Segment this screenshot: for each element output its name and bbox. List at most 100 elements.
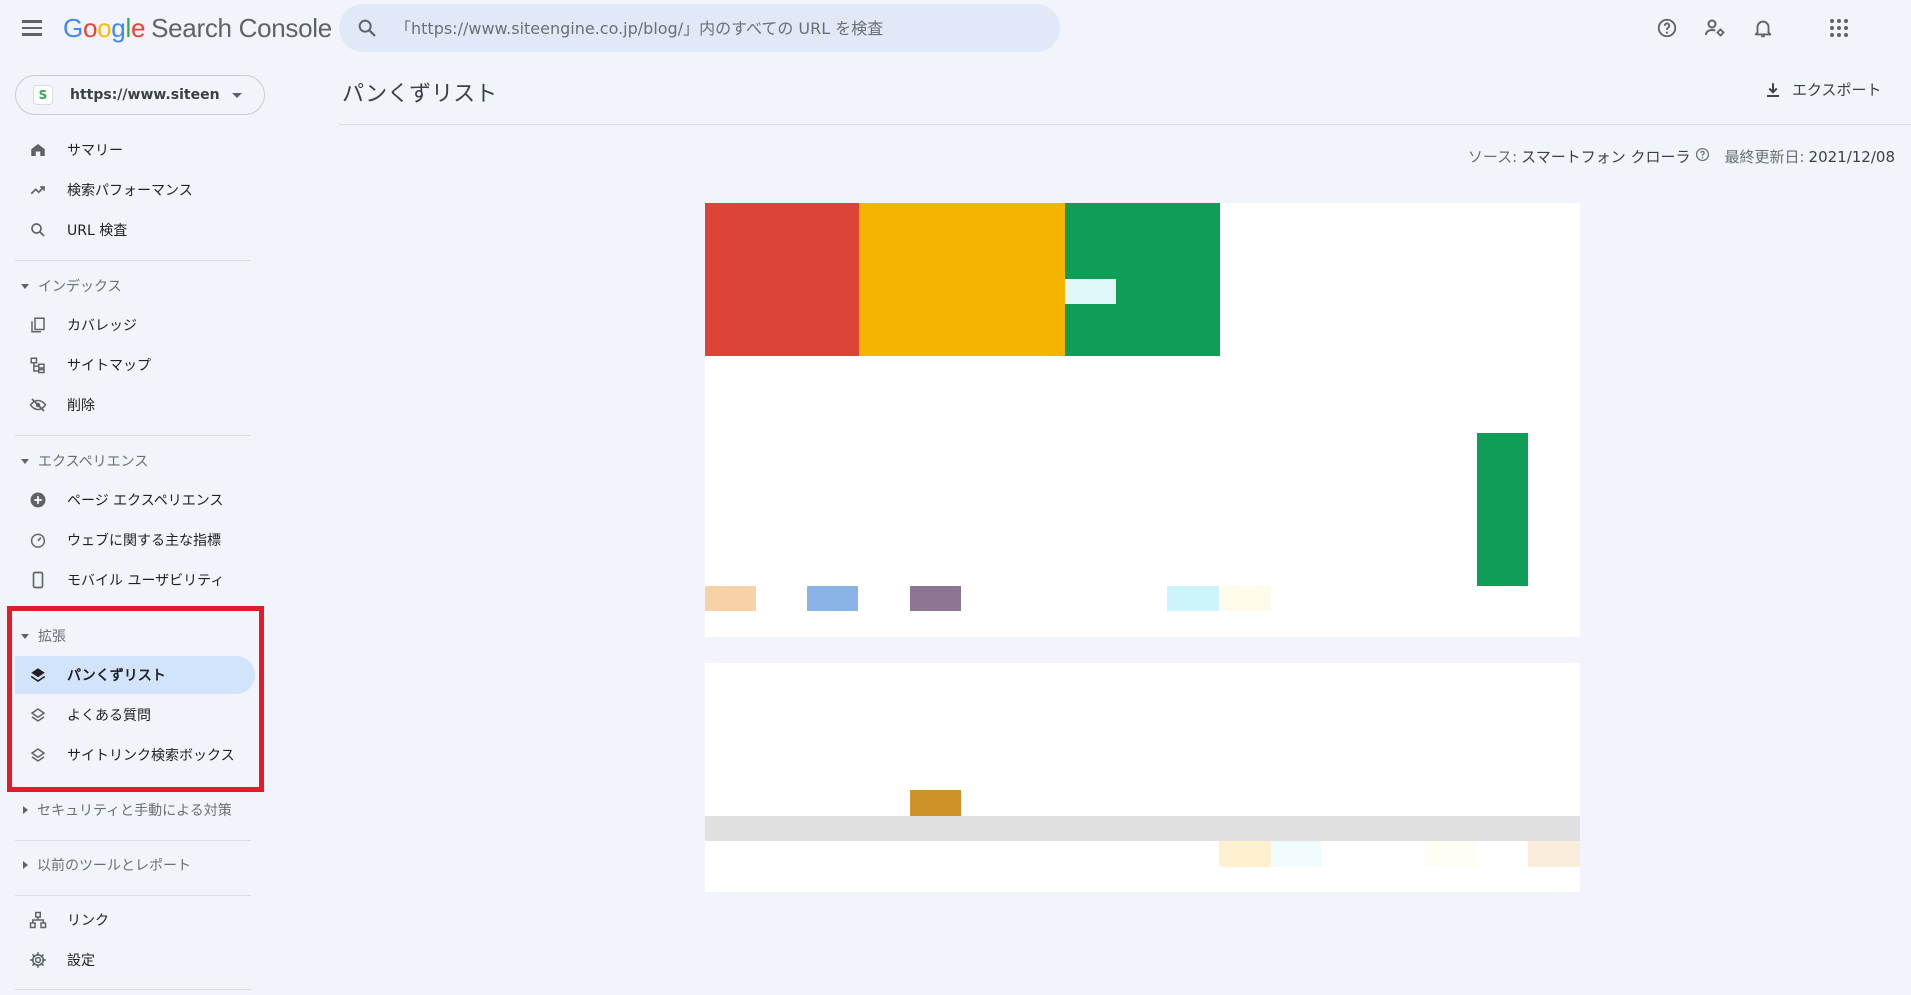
sidebar-item-label: サマリー	[67, 143, 123, 159]
page-title: パンくずリスト	[342, 82, 498, 107]
section-index-toggle[interactable]: インデックス	[15, 271, 255, 301]
sidebar-item-url-inspection[interactable]: URL 検査	[15, 211, 255, 249]
layers-icon	[28, 665, 48, 685]
legend-swatch	[910, 586, 961, 611]
sidebar-divider	[15, 840, 251, 841]
title-divider	[339, 124, 1911, 125]
search-icon[interactable]	[339, 17, 395, 39]
top-app-bar: Google Search Console	[0, 0, 1911, 58]
sidebar-item-label: サイトマップ	[67, 358, 151, 374]
smartphone-icon	[28, 570, 48, 590]
mini-block	[1065, 279, 1116, 304]
sidebar-item-links[interactable]: リンク	[15, 901, 255, 939]
detail-block	[1271, 841, 1322, 867]
home-icon	[28, 140, 48, 160]
logo-letter: o	[97, 13, 112, 43]
section-label: セキュリティと手動による対策	[37, 803, 232, 819]
caret-down-icon	[21, 283, 29, 289]
section-security-toggle[interactable]: セキュリティと手動による対策	[15, 795, 255, 825]
property-favicon: S	[33, 85, 53, 105]
source-key: ソース:	[1467, 148, 1518, 166]
sidebar-item-label: リンク	[67, 913, 109, 929]
updated-value: 2021/12/08	[1808, 147, 1895, 166]
export-button[interactable]: エクスポート	[1764, 79, 1882, 100]
sidebar-item-label: カバレッジ	[67, 318, 137, 334]
sidebar-item-settings[interactable]: 設定	[15, 941, 255, 979]
sidebar-item-sitemaps[interactable]: サイトマップ	[15, 346, 255, 384]
property-selector[interactable]: S https://www.siteeng...	[15, 75, 265, 115]
section-experience-toggle[interactable]: エクスペリエンス	[15, 446, 255, 476]
sidebar-divider	[15, 435, 251, 436]
sidebar-item-removals[interactable]: 削除	[15, 386, 255, 424]
sidebar-divider	[15, 895, 251, 896]
sidebar-item-sitelinks-searchbox[interactable]: サイトリンク検索ボックス	[15, 736, 255, 774]
product-name: Search Console	[151, 13, 332, 43]
top-actions	[1653, 14, 1853, 42]
sidebar-item-core-web-vitals[interactable]: ウェブに関する主な指標	[15, 521, 255, 559]
add-circle-icon	[28, 490, 48, 510]
sidebar-item-breadcrumbs[interactable]: パンくずリスト	[15, 656, 255, 694]
sidebar-item-performance[interactable]: 検索パフォーマンス	[15, 171, 255, 209]
caret-down-icon	[21, 458, 29, 464]
logo-letter: g	[111, 13, 126, 43]
hamburger-menu-icon[interactable]	[22, 15, 48, 41]
warning-summary-block[interactable]	[859, 203, 1065, 356]
sidebar-item-page-experience[interactable]: ページ エクスペリエンス	[15, 481, 255, 519]
sidebar-item-summary[interactable]: サマリー	[15, 131, 255, 169]
sidebar-item-label: サイトリンク検索ボックス	[67, 748, 235, 764]
caret-right-icon	[23, 806, 28, 814]
section-label: 以前のツールとレポート	[37, 858, 191, 874]
detail-block	[1425, 841, 1477, 867]
search-icon	[28, 220, 48, 240]
sidebar-item-label: 検索パフォーマンス	[67, 183, 193, 199]
layers-icon	[28, 745, 48, 765]
source-value: スマートフォン クローラ	[1521, 148, 1691, 166]
search-input[interactable]	[395, 18, 1060, 38]
error-summary-block[interactable]	[705, 203, 859, 356]
section-label: エクスペリエンス	[38, 454, 149, 470]
sidebar-item-label: 削除	[67, 398, 95, 414]
logo-letter: o	[82, 13, 98, 43]
sidebar-item-coverage[interactable]: カバレッジ	[15, 306, 255, 344]
app-logo[interactable]: Google Search Console	[63, 13, 332, 44]
sidebar-item-label: ウェブに関する主な指標	[67, 533, 221, 549]
layers-icon	[28, 705, 48, 725]
detail-block	[1219, 841, 1271, 867]
eye-off-icon	[28, 395, 48, 415]
manage-accounts-icon[interactable]	[1701, 14, 1729, 42]
bell-icon[interactable]	[1749, 14, 1777, 42]
download-icon	[1767, 82, 1779, 97]
logo-letter: G	[63, 13, 83, 43]
sidebar-item-label: 設定	[67, 953, 95, 969]
speed-gauge-icon	[28, 530, 48, 550]
sidebar-divider	[15, 260, 251, 261]
sidebar-item-mobile-usability[interactable]: モバイル ユーザビリティ	[15, 561, 255, 599]
section-label: インデックス	[38, 279, 122, 295]
help-circle-icon[interactable]	[1653, 14, 1681, 42]
apps-grid-icon[interactable]	[1825, 14, 1853, 42]
section-legacy-toggle[interactable]: 以前のツールとレポート	[15, 850, 255, 880]
sidebar-item-label: よくある質問	[67, 708, 151, 724]
sidebar-item-label: URL 検査	[67, 223, 128, 239]
section-label: 拡張	[38, 629, 66, 645]
section-enhancements-toggle[interactable]: 拡張	[15, 621, 255, 651]
legend-swatch	[1167, 586, 1219, 611]
report-meta: ソース: スマートフォン クローラ 最終更新日: 2021/12/08	[1468, 146, 1895, 167]
property-label: https://www.siteeng...	[70, 87, 220, 103]
sitemap-icon	[28, 355, 48, 375]
table-header-row	[705, 816, 1580, 841]
logo-letter: e	[130, 13, 146, 43]
links-tree-icon	[28, 910, 48, 930]
detail-block	[910, 790, 961, 816]
chevron-down-icon	[232, 92, 242, 98]
detail-block	[1528, 841, 1580, 867]
caret-down-icon	[21, 633, 29, 639]
updated-key: 最終更新日:	[1724, 148, 1805, 166]
sidebar-item-label: ページ エクスペリエンス	[67, 493, 224, 509]
details-card	[705, 663, 1580, 892]
url-inspection-search-bar[interactable]	[339, 4, 1060, 52]
help-circle-icon[interactable]	[1695, 147, 1710, 166]
chart-bar-green	[1477, 433, 1528, 586]
sidebar-item-faq[interactable]: よくある質問	[15, 696, 255, 734]
sidebar-item-label: パンくずリスト	[67, 668, 166, 684]
